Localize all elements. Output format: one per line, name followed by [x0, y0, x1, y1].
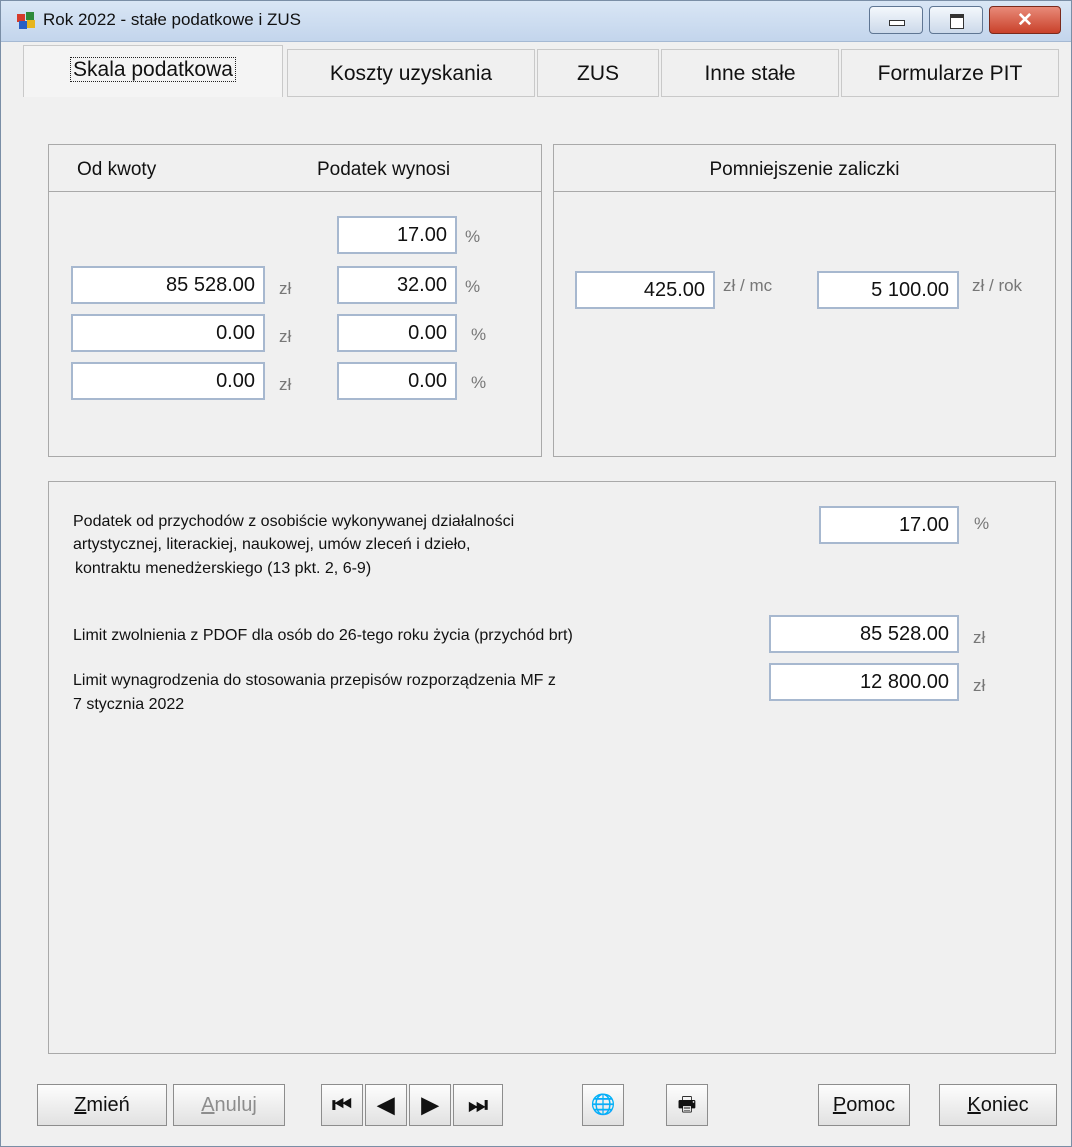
threshold-field-1[interactable]: 85 528.00: [71, 266, 265, 304]
minimize-button[interactable]: [869, 6, 923, 34]
edit-button[interactable]: Zmień: [37, 1084, 167, 1126]
next-record-icon[interactable]: ▶: [409, 1084, 451, 1126]
youth-limit-label: Limit zwolnienia z PDOF dla osób do 26-t…: [73, 627, 573, 644]
threshold-field-3[interactable]: 0.00: [71, 362, 265, 400]
rate-field-4[interactable]: 0.00: [337, 362, 457, 400]
tab-skala-podatkowa[interactable]: Skala podatkowa: [23, 45, 283, 97]
currency-unit: zł: [973, 676, 986, 695]
rate-field-2[interactable]: 32.00: [337, 266, 457, 304]
header-pomniejszenie-zaliczki: Pomniejszenie zaliczki: [709, 159, 900, 180]
percent-unit: %: [471, 373, 487, 392]
mf-limit-label-line-2: 7 stycznia 2022: [73, 696, 185, 713]
main-window: Rok 2022 - stałe podatkowe i ZUS ✕ Skala…: [0, 0, 1072, 1147]
percent-unit: %: [465, 277, 481, 296]
reduction-header: Pomniejszenie zaliczki: [554, 145, 1055, 192]
tab-formularze-pit[interactable]: Formularze PIT: [841, 49, 1059, 97]
artistic-tax-label-line-1: Podatek od przychodów z osobiście wykony…: [73, 513, 515, 530]
rate-field-1[interactable]: 17.00: [337, 216, 457, 254]
help-button[interactable]: Pomoc: [818, 1084, 910, 1126]
reduction-yearly-unit: zł / rok: [972, 276, 1023, 295]
reduction-monthly-field[interactable]: 425.00: [575, 271, 715, 309]
close-icon: ✕: [1017, 10, 1033, 31]
percent-unit: %: [465, 227, 481, 246]
app-icon: [17, 12, 35, 29]
tax-scale-header: Od kwoty Podatek wynosi: [49, 145, 541, 192]
reduction-monthly-unit: zł / mc: [723, 276, 773, 295]
currency-unit: zł: [279, 327, 292, 346]
globe-icon[interactable]: 🌐: [582, 1084, 624, 1126]
cancel-button[interactable]: Anuluj: [173, 1084, 285, 1126]
percent-unit: %: [471, 325, 487, 344]
previous-record-icon[interactable]: ◀: [365, 1084, 407, 1126]
currency-unit: zł: [973, 628, 986, 647]
tab-inne-stale[interactable]: Inne stałe: [661, 49, 839, 97]
threshold-field-2[interactable]: 0.00: [71, 314, 265, 352]
close-button[interactable]: ✕: [989, 6, 1061, 34]
tab-zus[interactable]: ZUS: [537, 49, 659, 97]
currency-unit: zł: [279, 375, 292, 394]
maximize-button[interactable]: [929, 6, 983, 34]
header-od-kwoty: Od kwoty: [77, 159, 157, 180]
header-podatek-wynosi: Podatek wynosi: [317, 159, 451, 180]
title-bar[interactable]: Rok 2022 - stałe podatkowe i ZUS ✕: [1, 1, 1071, 42]
youth-limit-field[interactable]: 85 528.00: [769, 615, 959, 653]
artistic-tax-label-line-3: kontraktu menedżerskiego (13 pkt. 2, 6-9…: [75, 560, 372, 577]
artistic-tax-label-line-2: artystycznej, literackiej, naukowej, umó…: [73, 536, 471, 553]
mf-limit-label-line-1: Limit wynagrodzenia do stosowania przepi…: [73, 672, 556, 689]
currency-unit: zł: [279, 279, 292, 298]
reduction-yearly-field[interactable]: 5 100.00: [817, 271, 959, 309]
artistic-tax-field[interactable]: 17.00: [819, 506, 959, 544]
window-title: Rok 2022 - stałe podatkowe i ZUS: [43, 10, 301, 29]
percent-unit: %: [974, 514, 990, 533]
exit-button[interactable]: Koniec: [939, 1084, 1057, 1126]
tab-koszty-uzyskania[interactable]: Koszty uzyskania: [287, 49, 535, 97]
last-record-icon[interactable]: ⏭: [453, 1084, 503, 1126]
print-icon[interactable]: 🖶: [666, 1084, 708, 1126]
mf-limit-field[interactable]: 12 800.00: [769, 663, 959, 701]
rate-field-3[interactable]: 0.00: [337, 314, 457, 352]
first-record-icon[interactable]: ⏮: [321, 1084, 363, 1126]
